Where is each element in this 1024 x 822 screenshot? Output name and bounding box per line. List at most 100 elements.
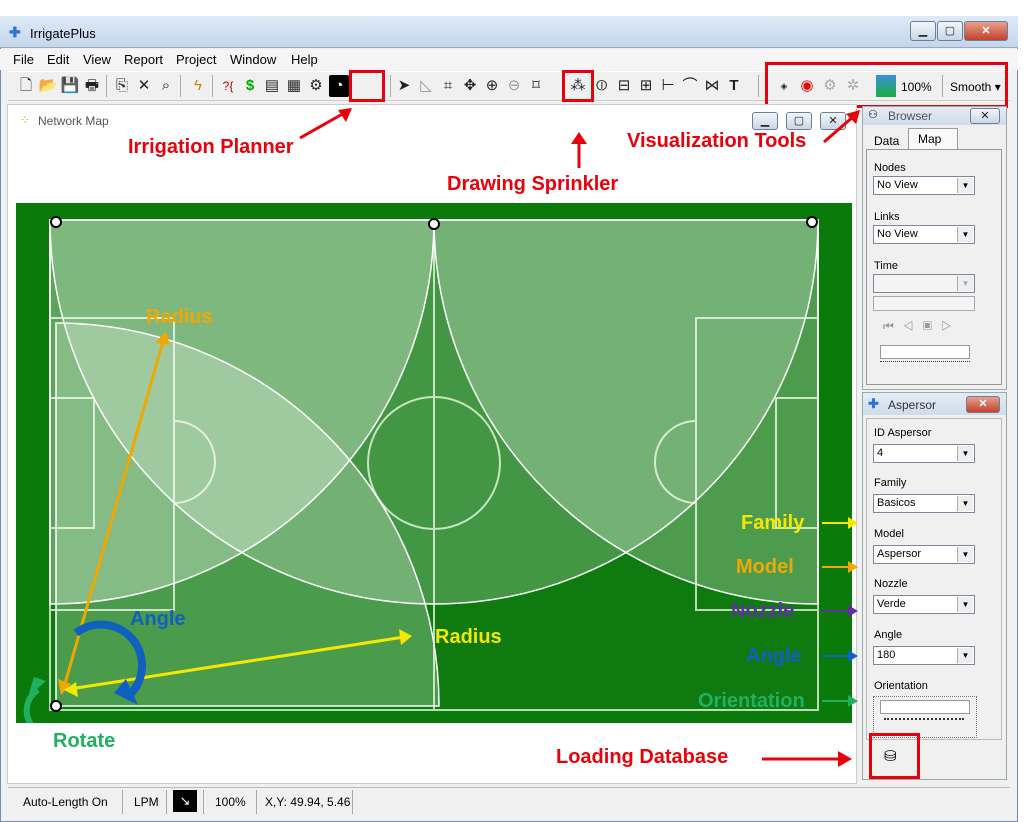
menu-report[interactable]: Report [124,52,163,67]
speed-slider[interactable] [880,345,970,359]
playback-controls-icon[interactable]: ⏮◁▣▷ [883,319,961,334]
delete-icon[interactable]: ✕ [134,75,154,97]
map-minimize-button[interactable]: ▁ [752,112,778,130]
find-icon[interactable]: ⌕ [156,75,176,97]
vertex-icon[interactable]: ◺ [416,75,436,97]
status-auto-length: Auto-Length On [23,795,108,809]
annotation-loading-database: Loading Database [556,746,729,768]
annotation-radius-2: Radius [435,626,502,648]
text-tool-icon[interactable]: T [724,75,744,97]
browser-title: Browser [888,109,933,123]
run-icon[interactable]: ϟ [188,75,208,97]
annotation-angle: Angle [746,645,802,667]
table-icon[interactable]: ▦ [284,75,304,97]
full-extent-icon[interactable]: ⌑ [526,75,546,97]
aspersor-close-button[interactable]: ✕ [966,396,1000,413]
nodes-select[interactable]: No View ▼ [873,176,975,195]
tab-data[interactable]: Data [874,134,899,148]
annotation-angle-map: Angle [130,608,186,630]
new-file-icon[interactable]: 🗋 [16,75,36,97]
options-icon[interactable]: ⚙ [306,75,326,97]
close-button[interactable]: ✕ [964,21,1008,41]
save-icon[interactable]: 💾 [60,75,80,97]
arrow-icon [822,517,858,707]
copy-icon[interactable]: ⎘ [112,75,132,97]
window-title: IrrigatePlus [30,26,96,41]
sprinkler-node-3 [806,216,818,228]
visualization-tools-highlight [765,62,1008,108]
arrow-icon [571,132,587,168]
arrow-icon [762,751,852,767]
flow-direction-icon: ↘ [173,790,197,812]
status-coordinates: X,Y: 49.94, 5.46 [265,795,351,809]
model-select[interactable]: Aspersor ▼ [873,545,975,564]
id-aspersor-label: ID Aspersor [874,427,932,439]
annotation-rotate: Rotate [53,730,116,752]
annotation-visualization-tools: Visualization Tools [627,130,807,152]
time-select[interactable]: ▼ [873,274,975,293]
maximize-button[interactable]: ▢ [937,21,963,41]
minimize-button[interactable]: ▁ [910,21,936,41]
annotation-orientation: Orientation [698,690,805,712]
links-select[interactable]: No View ▼ [873,225,975,244]
menu-edit[interactable]: Edit [47,52,69,67]
time-scrollbar[interactable] [873,296,975,311]
region-select-icon[interactable]: ⌗ [438,75,458,97]
angle-label: Angle [874,629,903,641]
arrow-icon [299,108,352,140]
open-folder-icon[interactable]: 📂 [38,75,58,97]
nozzle-label: Nozzle [874,578,908,590]
menu-help[interactable]: Help [291,52,318,67]
irrigation-planner-highlight [349,70,385,102]
select-icon[interactable]: ➤ [394,75,414,97]
menu-file[interactable]: File [13,52,34,67]
title-bar [0,16,1018,48]
zoom-in-icon[interactable]: ⊕ [482,75,502,97]
menu-view[interactable]: View [83,52,111,67]
browser-close-button[interactable]: ✕ [970,108,1000,124]
reservoir-icon[interactable]: ⊟ [614,75,634,97]
status-zoom: 100% [215,795,246,809]
tab-map[interactable]: Map [918,132,941,146]
tank-icon[interactable]: ⊞ [636,75,656,97]
junction-icon[interactable]: ⦶ [592,75,612,97]
map-restore-button[interactable]: ▢ [786,112,812,130]
graph-icon[interactable]: ▤ [262,75,282,97]
network-map-icon: ⁘ [20,113,31,127]
print-icon[interactable]: 🖶 [82,75,102,97]
orientation-label: Orientation [874,680,928,692]
drawing-sprinkler-highlight [562,70,594,102]
pump-icon[interactable]: ⌒ [680,75,700,97]
pipe-icon[interactable]: ⊢ [658,75,678,97]
annotation-radius-1: Radius [146,306,213,328]
irrigation-planner-icon[interactable]: ◔ [329,75,349,97]
query-icon[interactable]: ?{ [218,75,238,97]
database-icon[interactable]: ⛁ [884,747,897,765]
menu-project[interactable]: Project [176,52,216,67]
menu-window[interactable]: Window [230,52,276,67]
family-select[interactable]: Basicos ▼ [873,494,975,513]
family-label: Family [874,477,907,489]
nozzle-select[interactable]: Verde ▼ [873,595,975,614]
network-map-title: Network Map [38,114,109,128]
orientation-slider[interactable] [880,700,970,714]
field-drawing [23,216,819,723]
status-units: LPM [134,795,159,809]
arrow-icon [823,110,860,144]
aspersor-icon: ✚ [868,396,879,411]
browser-icon: ⚇ [868,109,878,121]
angle-select[interactable]: 180 ▼ [873,646,975,665]
time-label: Time [874,260,899,272]
cost-icon[interactable]: $ [240,75,260,97]
annotation-family: Family [741,512,805,534]
sprinkler-node-1 [50,216,62,228]
pan-icon[interactable]: ✥ [460,75,480,97]
annotation-drawing-sprinkler: Drawing Sprinkler [447,173,619,195]
id-aspersor-select[interactable]: 4 ▼ [873,444,975,463]
valve-icon[interactable]: ⋈ [702,75,722,97]
sprinkler-node-4 [50,700,62,712]
annotation-irrigation-planner: Irrigation Planner [128,136,294,158]
annotation-model: Model [736,556,794,578]
model-label: Model [874,528,904,540]
zoom-out-icon[interactable]: ⊖ [504,75,524,97]
